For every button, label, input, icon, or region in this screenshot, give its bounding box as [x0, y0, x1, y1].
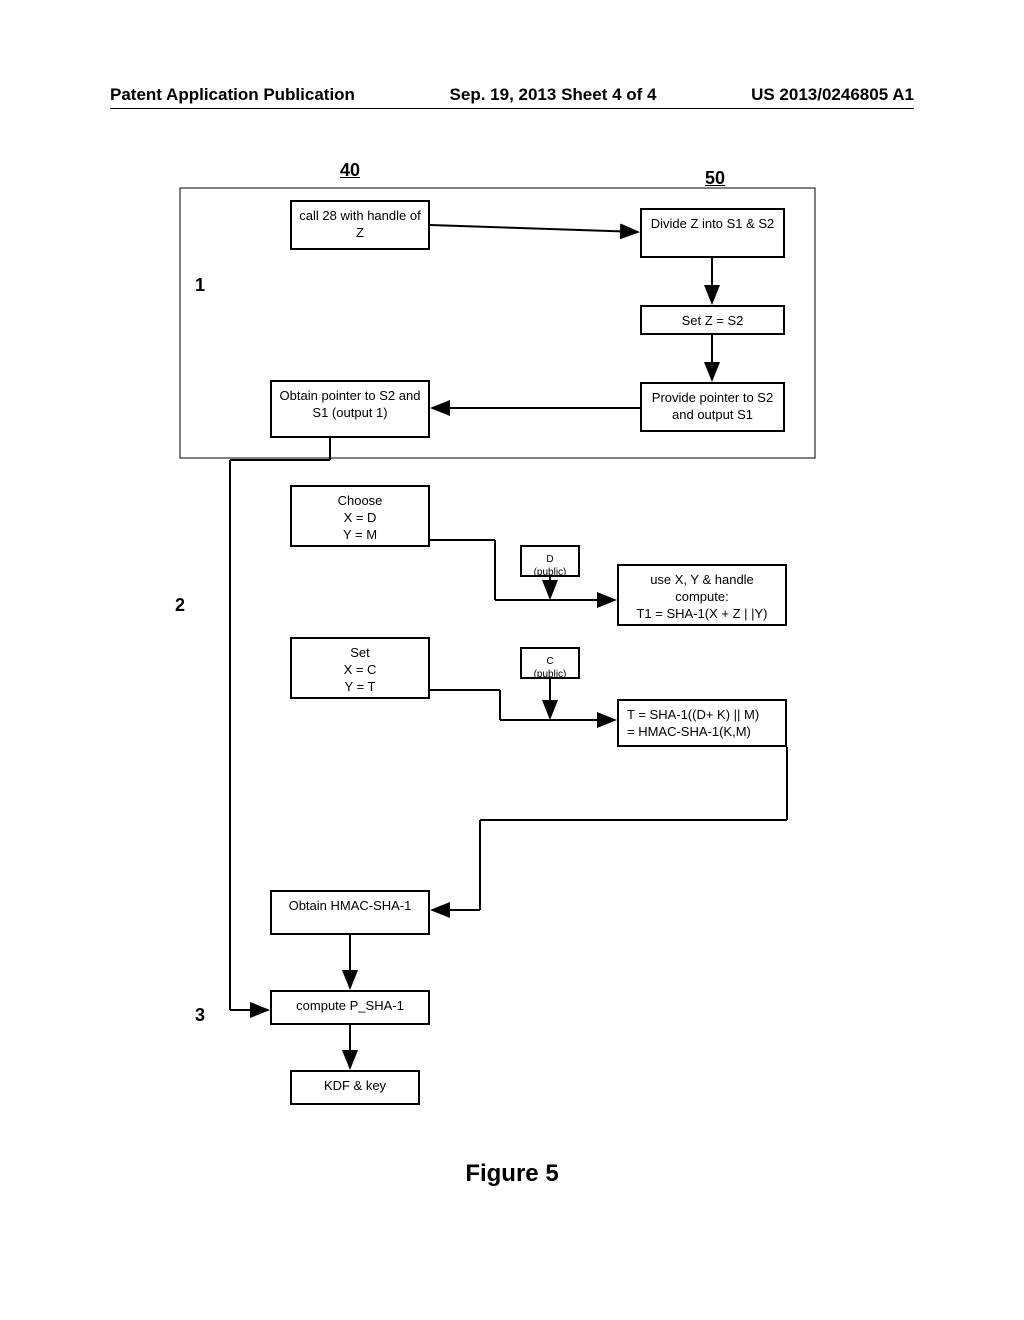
box-t-sha-equation: T = SHA-1((D+ K) || M) = HMAC-SHA-1(K,M) [617, 699, 787, 747]
figure-label: Figure 5 [0, 1160, 1024, 1188]
box-provide-pointer: Provide pointer to S2 and output S1 [640, 382, 785, 432]
box-divide-z: Divide Z into S1 & S2 [640, 208, 785, 258]
box-call-handle: call 28 with handle of Z [290, 200, 430, 250]
flowchart-arrows [0, 150, 1024, 1250]
header-center: Sep. 19, 2013 Sheet 4 of 4 [450, 85, 657, 105]
reference-50: 50 [705, 168, 725, 189]
box-d-public: D (public) [520, 545, 580, 577]
box-use-xy-compute: use X, Y & handle compute: T1 = SHA-1(X … [617, 564, 787, 626]
step-label-2: 2 [175, 595, 185, 616]
box-compute-psha: compute P_SHA-1 [270, 990, 430, 1025]
step-label-1: 1 [195, 275, 205, 296]
step-label-3: 3 [195, 1005, 205, 1026]
header-divider [110, 108, 914, 109]
box-set-xct: Set X = C Y = T [290, 637, 430, 699]
box-c-public: C (public) [520, 647, 580, 679]
header-left: Patent Application Publication [110, 85, 355, 105]
box-obtain-pointer: Obtain pointer to S2 and S1 (output 1) [270, 380, 430, 438]
box-kdf-key: KDF & key [290, 1070, 420, 1105]
box-set-z-s2: Set Z = S2 [640, 305, 785, 335]
box-choose-xy: Choose X = D Y = M [290, 485, 430, 547]
reference-40: 40 [340, 160, 360, 181]
box-obtain-hmac: Obtain HMAC-SHA-1 [270, 890, 430, 935]
header-right: US 2013/0246805 A1 [751, 85, 914, 105]
